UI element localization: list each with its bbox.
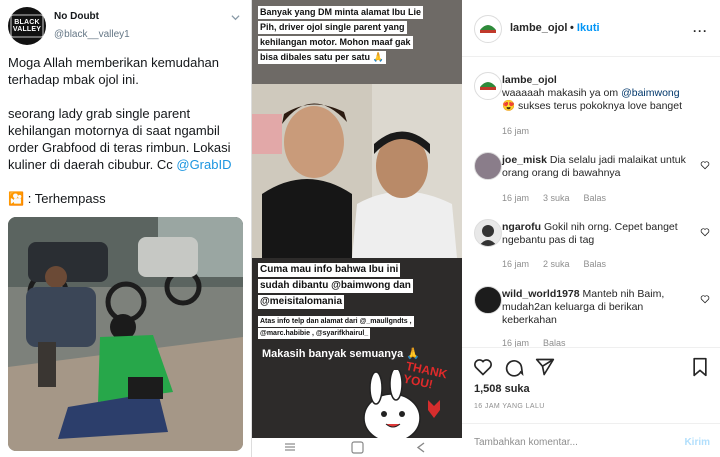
story-mid-line-3: @meisitalomania (258, 295, 345, 309)
person-avatar-icon (479, 225, 497, 246)
comment-wild-world1978: wild_world1978 Manteb nih Baim, mudah2an… (502, 288, 692, 327)
likes-count[interactable]: 1,508 suka (474, 383, 530, 395)
share-send-icon[interactable] (535, 357, 555, 377)
story-mid-line-1: Cuma mau info bahwa Ibu ini (258, 263, 401, 277)
comment-bubble-icon[interactable] (504, 357, 524, 377)
comment-time[interactable]: 16 jam (502, 259, 529, 269)
heart-icon[interactable] (700, 160, 710, 170)
heart-icon[interactable] (700, 294, 710, 304)
story-top-line-2: Pih, driver ojol single parent yang (258, 21, 407, 34)
grabid-mention-link[interactable]: @GrabID (176, 157, 231, 172)
tweet-text: Moga Allah memberikan kemudahan terhadap… (8, 54, 244, 224)
caption-line-1: waaaaah makasih ya om (502, 87, 622, 99)
comment-meta: 16 jam 3 suka Balas (502, 193, 620, 203)
reply-button[interactable]: Balas (584, 193, 607, 203)
helmet-logo-icon (476, 74, 500, 98)
avatar-logo-text: BLACK VALLEY (12, 19, 42, 33)
caption-line-2: 😍 sukses terus pokoknya love banget (502, 100, 683, 112)
reply-button[interactable]: Balas (584, 259, 607, 269)
post-username[interactable]: lambe_ojol (510, 22, 567, 34)
comment-username[interactable]: ngarofu (502, 221, 541, 233)
post-comment-button[interactable]: Kirim (684, 437, 710, 448)
wild-world1978-avatar[interactable] (474, 286, 502, 314)
post-date: 16 JAM YANG LALU (474, 403, 545, 410)
follow-label: Ikuti (576, 22, 600, 34)
story-thanks-text: Makasih banyak semuanya 🙏 (262, 348, 420, 360)
tweet-card: BLACK VALLEY No Doubt @black__valley1 Mo… (0, 0, 252, 457)
caption-username[interactable]: lambe_ojol (502, 74, 557, 86)
baimwong-mention-link[interactable]: @baimwong (621, 87, 680, 99)
story-top-line-4: bisa dibales satu per satu 🙏 (258, 51, 386, 64)
tweet-photo[interactable] (8, 217, 243, 451)
tweet-paragraph-3: 🎦 : Terhempass (8, 191, 106, 206)
add-comment-bar: Tambahkan komentar... Kirim (462, 423, 720, 457)
joe-misk-avatar[interactable] (474, 152, 502, 180)
street-scene-photo (8, 217, 243, 451)
nav-icons (285, 441, 425, 454)
add-comment-input[interactable]: Tambahkan komentar... (474, 437, 578, 448)
two-people-photo (252, 84, 462, 258)
story-screenshot: Banyak yang DM minta alamat Ibu Lie Pih,… (252, 0, 462, 457)
comment-meta: 16 jam 2 suka Balas (502, 259, 620, 269)
comment-joe-misk: joe_misk Dia selalu jadi malaikat untuk … (502, 154, 692, 180)
story-mid-line-2: sudah dibantu @baimwong dan (258, 279, 413, 293)
more-options-icon[interactable]: ··· (693, 24, 708, 38)
comment-username[interactable]: joe_misk (502, 154, 547, 166)
tweet-author-handle[interactable]: @black__valley1 (54, 29, 130, 40)
tweet-paragraph-1: Moga Allah memberikan kemudahan terhadap… (8, 55, 220, 87)
heart-icon[interactable] (700, 227, 710, 237)
tweet-author-name[interactable]: No Doubt (54, 11, 99, 22)
comment-likes[interactable]: 2 suka (543, 259, 570, 269)
screenshot-collage: BLACK VALLEY No Doubt @black__valley1 Mo… (0, 0, 720, 457)
story-small-line-1: Atas info telp dan alamat dari @_maullgn… (258, 316, 414, 327)
instagram-post-panel: lambe_ojol • Ikuti ··· lambe_ojol waaaaa… (462, 0, 720, 457)
story-top-line-3: kehilangan motor. Mohon maaf gak (258, 36, 413, 49)
comment-time[interactable]: 16 jam (502, 193, 529, 203)
caption-time[interactable]: 16 jam (502, 126, 529, 136)
caption-avatar[interactable] (474, 72, 502, 100)
bookmark-icon[interactable] (691, 357, 709, 377)
tweet-avatar[interactable]: BLACK VALLEY (8, 7, 46, 45)
story-nav-bar (252, 438, 462, 457)
chevron-down-icon[interactable] (231, 13, 240, 22)
comment-ngarofu: ngarofu Gokil nih orng. Cepet banget nge… (502, 221, 692, 247)
post-header: lambe_ojol • Ikuti ··· (462, 0, 720, 57)
tweet-paragraph-2: seorang lady grab single parent kehilang… (8, 105, 244, 173)
story-small-line-2: @marc.habibie , @syarifkhairul_ (258, 328, 371, 339)
story-photo (252, 84, 462, 258)
comment-username[interactable]: wild_world1978 (502, 288, 580, 300)
helmet-logo-icon (476, 17, 500, 41)
story-top-line-1: Banyak yang DM minta alamat Ibu Lie (258, 6, 424, 19)
comment-likes[interactable]: 3 suka (543, 193, 570, 203)
like-heart-icon[interactable] (473, 357, 493, 377)
follow-button[interactable]: • Ikuti (570, 22, 600, 34)
ngarofu-avatar[interactable] (474, 219, 502, 247)
tweet-header: BLACK VALLEY No Doubt @black__valley1 (8, 7, 246, 45)
caption-text: lambe_ojol waaaaah makasih ya om @baimwo… (502, 74, 692, 113)
lambe-ojol-avatar[interactable] (474, 15, 502, 43)
follow-dot: • (570, 22, 577, 34)
